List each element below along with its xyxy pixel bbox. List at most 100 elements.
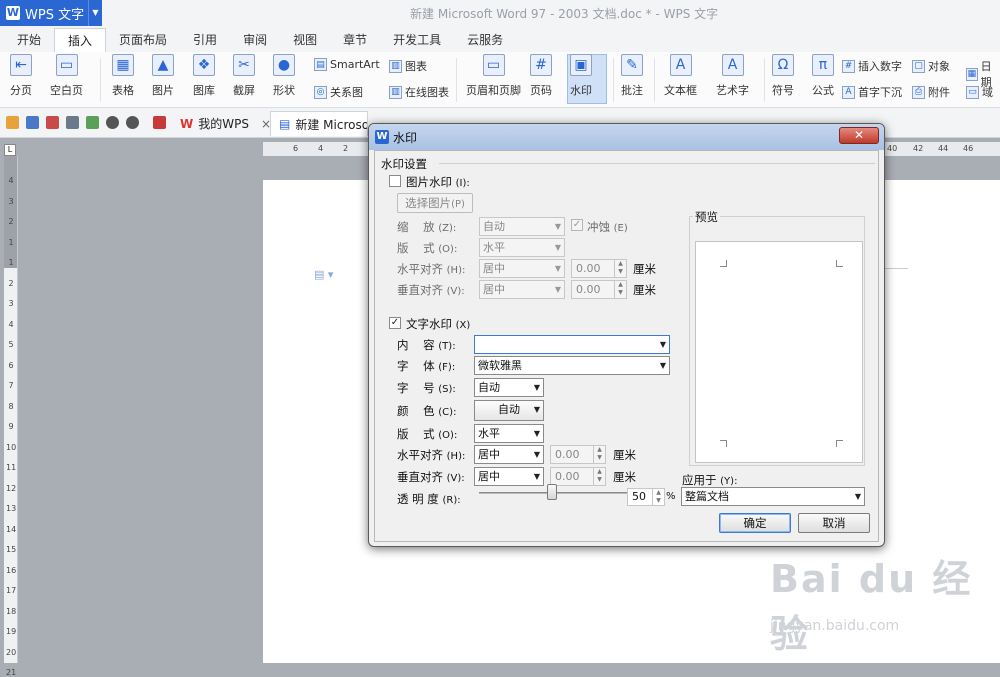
tab-developer[interactable]: 开发工具 xyxy=(380,28,454,52)
picture-valign-offset[interactable]: 0.00 ▲ ▼ xyxy=(571,280,627,299)
relation-chart-button[interactable]: ◎ 关系图 xyxy=(314,84,363,100)
font-select[interactable]: 微软雅黑 ▼ xyxy=(474,356,670,375)
text-layout-label: 版 式 (O): xyxy=(397,427,458,441)
washout-label: 冲蚀 (E) xyxy=(587,220,628,234)
ruler-tick: 2 xyxy=(8,217,14,226)
table-button[interactable]: ▦ 表格 xyxy=(112,54,134,98)
close-button[interactable]: ✕ xyxy=(839,127,879,144)
field-button[interactable]: ▭ 域 xyxy=(966,84,993,100)
gallery-button[interactable]: ❖ 图库 xyxy=(193,54,215,98)
tab-current-document[interactable]: ▤ 新建 Microsoft Word 97 - 2003 文档.doc * xyxy=(270,111,368,136)
redo-icon[interactable] xyxy=(126,116,139,129)
group-divider xyxy=(439,163,875,164)
comment-button[interactable]: ✎ 批注 xyxy=(621,54,643,98)
unit-label: 厘米 xyxy=(613,470,636,484)
tab-stop-selector[interactable]: L xyxy=(4,144,16,156)
tab-review[interactable]: 审阅 xyxy=(230,28,280,52)
text-layout-select[interactable]: 水平 ▼ xyxy=(474,424,544,443)
ruler-tick: 2 xyxy=(343,144,349,153)
paragraph-handle-icon[interactable]: ▤ ▾ xyxy=(314,268,333,281)
choose-picture-button[interactable]: 选择图片(P) xyxy=(397,193,473,213)
picture-layout-select[interactable]: 水平 ▼ xyxy=(479,238,565,257)
tab-insert[interactable]: 插入 xyxy=(54,28,107,52)
tab-my-wps[interactable]: W 我的WPS × xyxy=(172,111,279,136)
tab-page-layout[interactable]: 页面布局 xyxy=(106,28,180,52)
print-preview-icon[interactable] xyxy=(86,116,99,129)
apply-to-select[interactable]: 整篇文档 ▼ xyxy=(681,487,865,506)
shape-button[interactable]: ● 形状 xyxy=(273,54,295,98)
ruler-tick: 3 xyxy=(8,196,14,206)
size-select[interactable]: 自动 ▼ xyxy=(474,378,544,397)
object-button[interactable]: ▢ 对象 xyxy=(912,58,950,74)
cancel-button[interactable]: 取消 xyxy=(798,513,870,533)
transparency-value[interactable]: 50 ▲ ▼ xyxy=(627,488,665,506)
ruler-tick: 4 xyxy=(8,176,14,185)
symbol-button[interactable]: Ω 符号 xyxy=(772,54,794,98)
ruler-tick: 42 xyxy=(913,144,924,153)
screenshot-button[interactable]: ✂ 截屏 xyxy=(233,54,255,98)
chevron-down-icon[interactable]: ▼ xyxy=(88,0,102,26)
blank-page-button[interactable]: ▭ 空白页 xyxy=(50,54,83,98)
text-valign-select[interactable]: 居中 ▼ xyxy=(474,467,544,486)
watermark-button[interactable]: ▣ 水印 xyxy=(570,54,592,98)
app-menu-button[interactable]: W WPS 文字 ▼ xyxy=(0,0,102,26)
text-halign-select[interactable]: 居中 ▼ xyxy=(474,445,544,464)
tab-cloud[interactable]: 云服务 xyxy=(454,28,516,52)
picture-button[interactable]: ▲ 图片 xyxy=(152,54,174,98)
smartart-icon: ▤ xyxy=(314,58,327,71)
text-valign-offset[interactable]: 0.00 ▲ ▼ xyxy=(550,467,606,486)
ruler-tick: 19 xyxy=(6,627,17,636)
open-icon[interactable] xyxy=(6,116,19,129)
text-watermark-checkbox[interactable]: ✓ xyxy=(389,317,401,329)
online-chart-button[interactable]: ▥ 在线图表 xyxy=(389,84,449,100)
tab-references[interactable]: 引用 xyxy=(180,28,230,52)
content-input[interactable]: ▼ xyxy=(474,335,670,354)
ruler-margin-zone xyxy=(4,156,17,268)
save-icon[interactable] xyxy=(26,116,39,129)
wordart-button[interactable]: A 艺术字 xyxy=(716,54,749,98)
formula-button[interactable]: π 公式 xyxy=(812,54,834,98)
baidu-watermark: Bai du 经验 xyxy=(770,557,973,656)
export-pdf-icon[interactable] xyxy=(46,116,59,129)
attachment-button[interactable]: ⎙ 附件 xyxy=(912,84,950,100)
text-halign-offset[interactable]: 0.00 ▲ ▼ xyxy=(550,445,606,464)
vertical-ruler[interactable]: 4 3 2 1 1 2 3 4 5 6 7 8 9 10 11 12 13 14 15 16 17 18 19 20 21 xyxy=(4,156,18,677)
tab-view[interactable]: 视图 xyxy=(280,28,330,52)
picture-halign-offset[interactable]: 0.00 ▲ ▼ xyxy=(571,259,627,278)
header-footer-button[interactable]: ▭ 页眉和页脚 xyxy=(466,54,521,98)
tab-section[interactable]: 章节 xyxy=(330,28,380,52)
wordart-icon: A xyxy=(721,54,744,76)
transparency-slider-thumb[interactable] xyxy=(547,484,557,500)
picture-watermark-checkbox[interactable] xyxy=(389,175,401,187)
ruler-tick: 1 xyxy=(8,237,14,247)
customize-icon[interactable] xyxy=(153,116,166,129)
smartart-button[interactable]: ▤ SmartArt xyxy=(314,58,380,71)
watermark-icon: ▣ xyxy=(570,54,592,76)
page-break-button[interactable]: ⇤ 分页 xyxy=(10,54,32,98)
textbox-button[interactable]: A 文本框 xyxy=(664,54,697,98)
drop-cap-button[interactable]: A 首字下沉 xyxy=(842,84,902,100)
washout-checkbox[interactable]: ✓ xyxy=(571,219,583,231)
ruler-tick: 3 xyxy=(8,299,14,308)
undo-icon[interactable] xyxy=(106,116,119,129)
ribbon-divider xyxy=(456,58,457,102)
ribbon-tabs: 开始 插入 页面布局 引用 审阅 视图 章节 开发工具 云服务 xyxy=(0,28,1000,52)
page-number-button[interactable]: # 页码 xyxy=(530,54,552,98)
picture-halign-select[interactable]: 居中 ▼ xyxy=(479,259,565,278)
chart-button[interactable]: ▥ 图表 xyxy=(389,58,427,74)
spinner-arrows-icon: ▲ ▼ xyxy=(593,446,605,463)
insert-number-button[interactable]: # 插入数字 xyxy=(842,58,902,74)
spinner-arrows-icon: ▲ ▼ xyxy=(593,468,605,485)
dialog-title-bar[interactable]: W 水印 ✕ xyxy=(369,124,884,150)
ok-button[interactable]: 确定 xyxy=(719,513,791,533)
color-picker[interactable]: 自动 ▼ xyxy=(474,400,544,421)
print-icon[interactable] xyxy=(66,116,79,129)
corner-mark xyxy=(836,260,843,267)
picture-valign-select[interactable]: 居中 ▼ xyxy=(479,280,565,299)
text-halign-label: 水平对齐 (H): xyxy=(397,448,466,462)
tab-home[interactable]: 开始 xyxy=(4,28,54,52)
ruler-tick: 16 xyxy=(6,565,17,575)
preview-label: 预览 xyxy=(693,209,720,225)
chevron-down-icon: ▼ xyxy=(554,264,561,273)
scale-select[interactable]: 自动 ▼ xyxy=(479,217,565,236)
